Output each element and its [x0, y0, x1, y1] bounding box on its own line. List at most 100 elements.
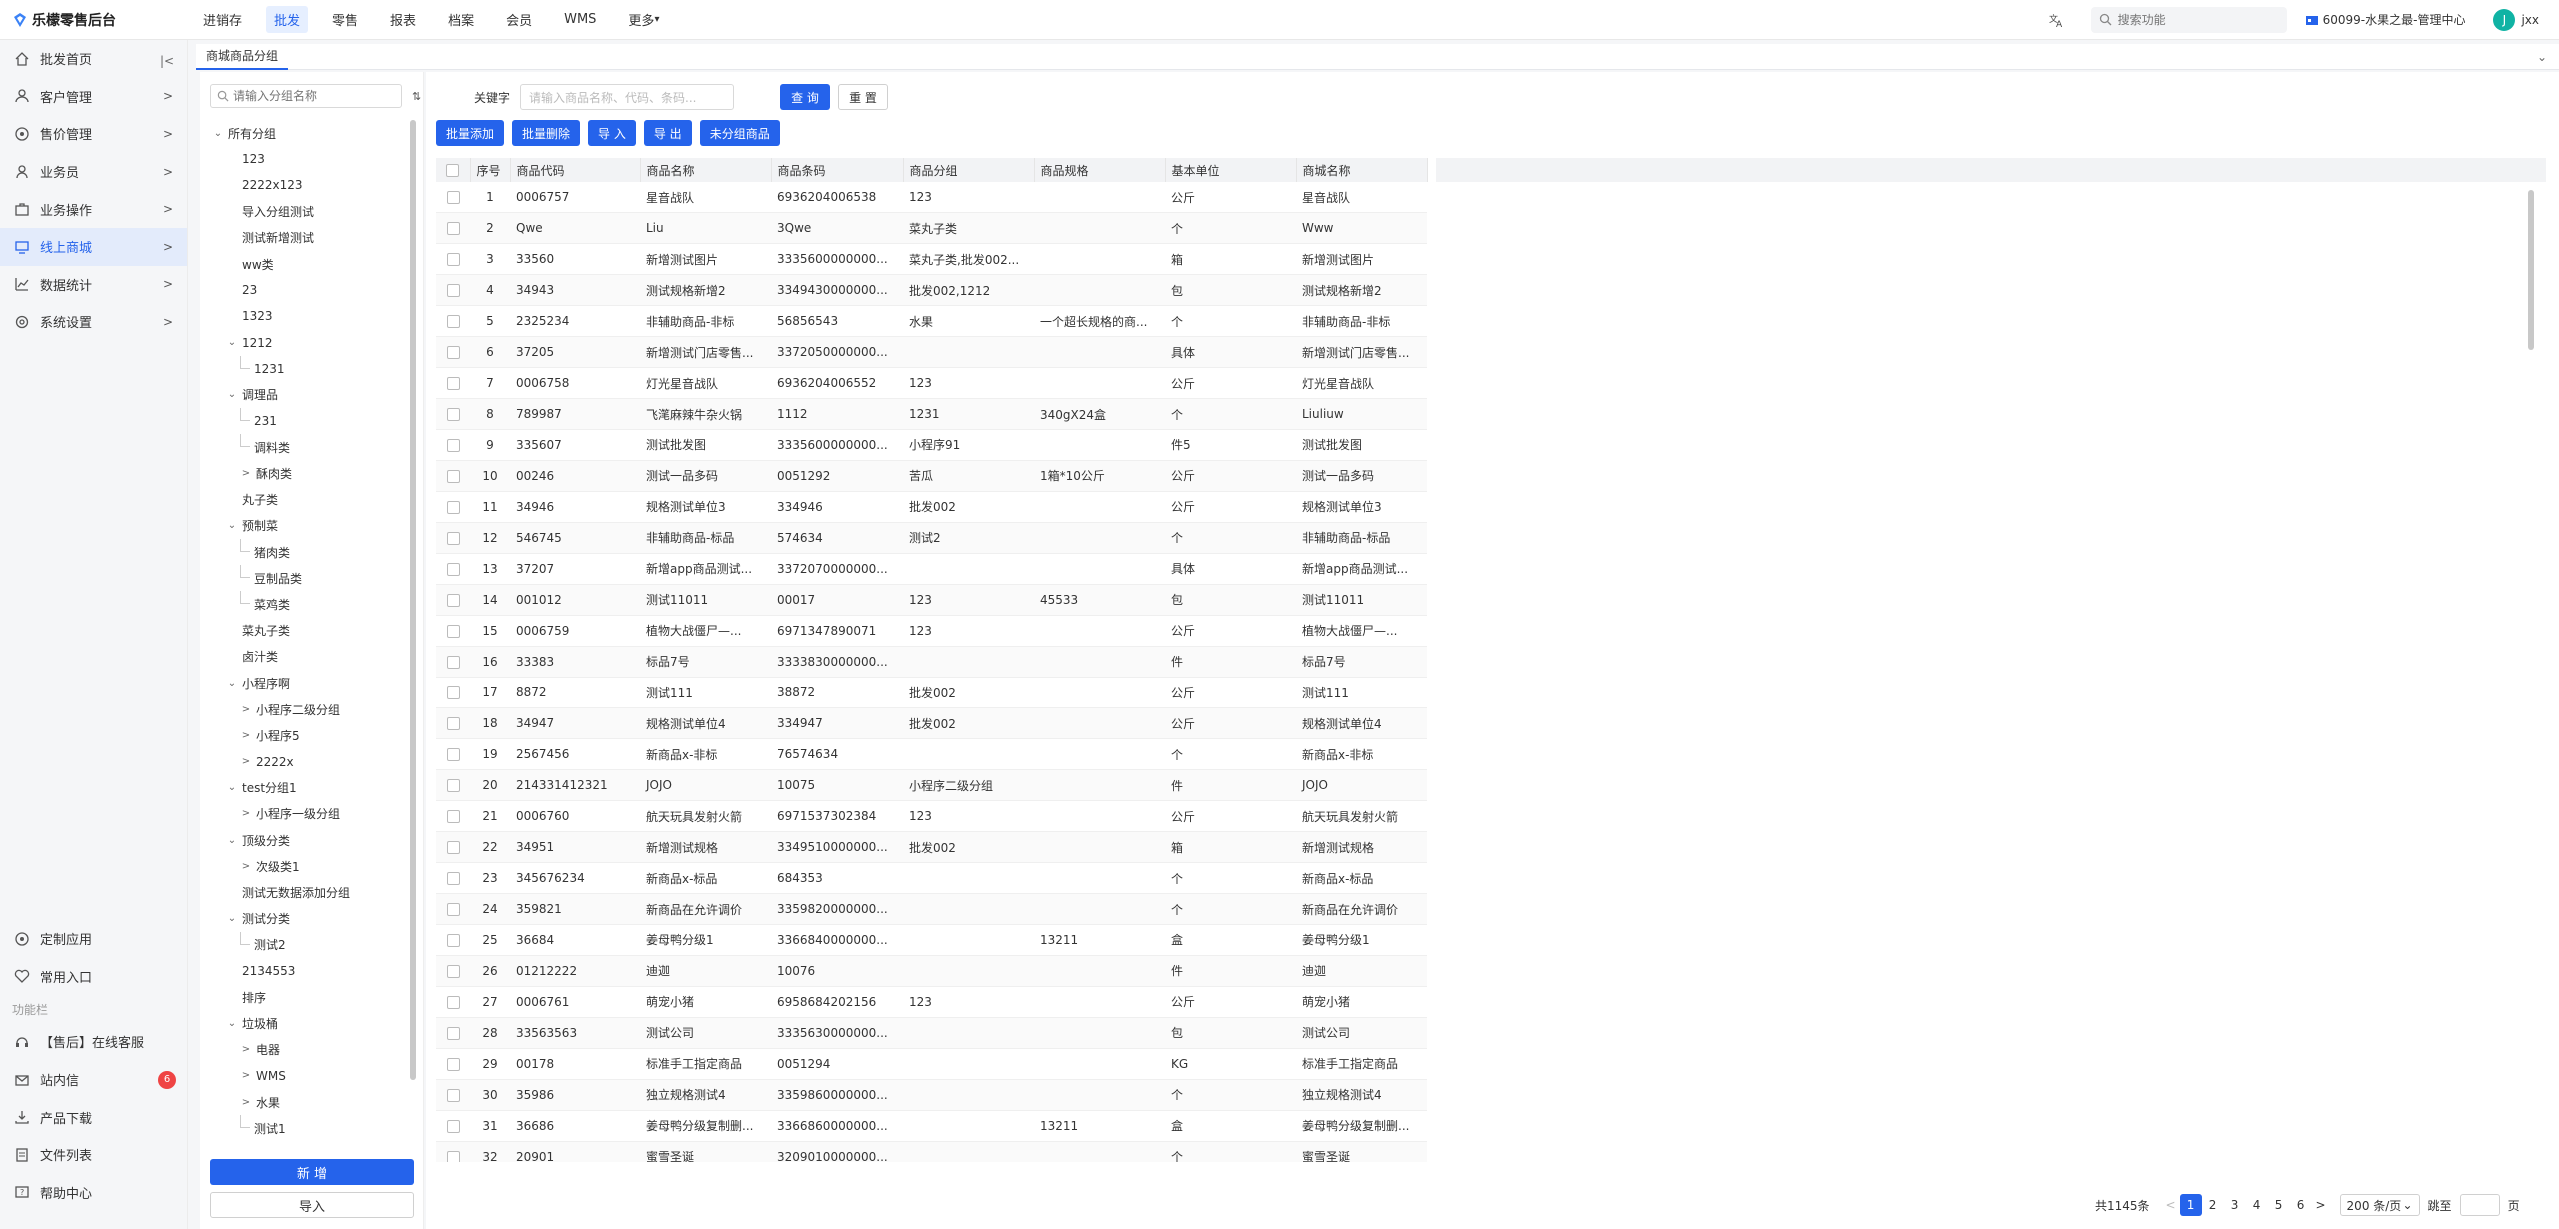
help-item[interactable]: ? 帮助中心 [0, 1174, 188, 1212]
reset-button[interactable]: 重 置 [838, 84, 889, 110]
user-menu[interactable]: J jxx [2493, 8, 2539, 31]
chevron-right-icon[interactable]: > [240, 808, 252, 819]
topnav-item-0[interactable]: 进销存 [195, 6, 250, 33]
tree-node[interactable]: 2134553 [200, 958, 410, 984]
topnav-item-2[interactable]: 零售 [324, 6, 366, 33]
chevron-right-icon[interactable]: > [240, 730, 252, 741]
tree-node[interactable]: ⌄ 预制菜 [200, 513, 410, 539]
tree-node[interactable]: 23 [200, 277, 410, 303]
table-row[interactable]: 23 345676234 新商品x-标品 684353 个新商品x-标品 [436, 862, 1427, 895]
tree-node[interactable]: ww类 [200, 251, 410, 277]
tree-node[interactable]: 测试2 [200, 931, 410, 958]
table-row[interactable]: 31 36686 姜母鸭分级复制删... 3366860000000... 13211 盒… [436, 1110, 1427, 1142]
table-row[interactable]: 29 00178 标准手工指定商品 0051294 KG 标准手工指定商品 [436, 1048, 1427, 1080]
chevron-right-icon[interactable]: > [240, 1070, 252, 1081]
translate-icon[interactable]: 文A [2049, 12, 2065, 28]
row-checkbox[interactable] [446, 1026, 460, 1040]
topnav-item-1[interactable]: 批发 [266, 6, 309, 33]
tree-node[interactable]: 测试新增测试 [200, 225, 410, 251]
chevron-down-icon[interactable]: ⌄ [226, 913, 238, 924]
row-checkbox[interactable] [446, 500, 460, 514]
row-checkbox[interactable] [446, 655, 460, 669]
table-row[interactable]: 3 33560 新增测试图片 3335600000000... 菜丸子类,批发002..… [436, 243, 1427, 276]
tree-node[interactable]: > 酥肉类 [200, 460, 410, 486]
row-checkbox[interactable] [446, 1057, 460, 1071]
chevron-down-icon[interactable]: ⌄ [226, 337, 238, 348]
row-checkbox[interactable] [446, 284, 460, 298]
tree-node[interactable]: 231 [200, 408, 410, 434]
page-button[interactable]: 2 [2202, 1194, 2224, 1216]
column-header[interactable]: 商品分组 [903, 158, 1035, 182]
tree-node[interactable]: 测试1 [200, 1115, 410, 1141]
collapse-sidebar-icon[interactable]: |< [160, 54, 174, 68]
row-checkbox[interactable] [446, 1088, 460, 1102]
chevron-down-icon[interactable]: ⌄ [212, 128, 224, 139]
row-checkbox[interactable] [446, 593, 460, 607]
row-checkbox[interactable] [446, 408, 460, 422]
page-button[interactable]: 5 [2268, 1194, 2290, 1216]
tree-node[interactable]: 丸子类 [200, 487, 410, 513]
group-search[interactable] [210, 84, 402, 108]
column-header[interactable]: 商品规格 [1034, 158, 1166, 182]
next-page-icon[interactable]: > [2312, 1198, 2330, 1212]
chevron-down-icon[interactable]: ⌄ [226, 389, 238, 400]
table-row[interactable]: 22 34951 新增测试规格 3349510000000... 批发002 箱新增测试规… [436, 831, 1427, 864]
action-button-0[interactable]: 批量添加 [436, 120, 505, 146]
messages-item[interactable]: 站内信 6 [0, 1061, 188, 1099]
chevron-right-icon[interactable]: > [240, 756, 252, 767]
download-item[interactable]: 产品下载 [0, 1098, 188, 1136]
chevron-right-icon[interactable]: > [240, 468, 252, 479]
chevron-down-icon[interactable]: ⌄ [226, 1018, 238, 1029]
row-checkbox[interactable] [446, 1150, 460, 1162]
column-header[interactable]: 商品条码 [771, 158, 904, 182]
tree-node[interactable]: > 次级类1 [200, 853, 410, 879]
tree-node[interactable]: ⌄ test分组1 [200, 775, 410, 801]
sidebar-item-3[interactable]: 业务员 > [0, 153, 187, 191]
group-search-input[interactable] [233, 89, 393, 103]
tree-node[interactable]: >2222x [200, 749, 410, 775]
tree-node[interactable]: 1323 [200, 303, 410, 329]
tree-node[interactable]: ⌄ 测试分类 [200, 906, 410, 932]
tree-node[interactable]: 卤汁类 [200, 644, 410, 670]
row-checkbox[interactable] [446, 933, 460, 947]
topnav-item-5[interactable]: 会员 [498, 6, 540, 33]
row-checkbox[interactable] [446, 469, 460, 483]
table-row[interactable]: 9 335607 测试批发图 3335600000000... 小程序91 件5 测试批发图 [436, 429, 1427, 461]
tree-node[interactable]: ⌄ 1212 [200, 330, 410, 356]
row-checkbox[interactable] [446, 346, 460, 360]
table-row[interactable]: 1 0006757 星音战队 6936204006538 123 公斤 星音战队 [436, 182, 1427, 214]
chevron-down-icon[interactable]: ⌄ [226, 835, 238, 846]
action-button-3[interactable]: 导 出 [643, 120, 692, 146]
action-button-4[interactable]: 未分组商品 [699, 120, 780, 146]
table-row[interactable]: 30 35986 独立规格测试4 3359860000000... 个独立规格测试4 [436, 1079, 1427, 1111]
tree-node[interactable]: 猪肉类 [200, 539, 410, 565]
table-row[interactable]: 24 359821 新商品在允许调价 3359820000000... 个新商品在允许调… [436, 893, 1427, 925]
table-row[interactable]: 14 001012 测试11011 00017 123 45533 包测试11011 [436, 584, 1427, 616]
custom-app-item[interactable]: 定制应用 [0, 920, 188, 958]
table-row[interactable]: 13 37207 新增app商品测试... 3372070000000... 具体 新增a… [436, 553, 1427, 585]
query-button[interactable]: 查 询 [780, 84, 831, 110]
table-row[interactable]: 16 33383 标品7号 3333830000000... 件标品7号 [436, 646, 1427, 678]
tree-node[interactable]: 豆制品类 [200, 565, 410, 591]
tree-node[interactable]: ⌄ 调理品 [200, 382, 410, 408]
table-row[interactable]: 19 2567456 新商品x-非标 76574634 个新商品x-非标 [436, 738, 1427, 771]
tree-node[interactable]: 调料类 [200, 434, 410, 460]
row-checkbox[interactable] [446, 779, 460, 793]
topnav-item-3[interactable]: 报表 [382, 6, 424, 33]
tree-node[interactable]: 导入分组测试 [200, 199, 410, 225]
docs-item[interactable]: 文件列表 [0, 1136, 188, 1174]
tree-node[interactable]: 123 [200, 146, 410, 172]
tree-node[interactable]: > 电器 [200, 1037, 410, 1063]
tree-node[interactable]: > WMS [200, 1063, 410, 1089]
chevron-right-icon[interactable]: > [240, 861, 252, 872]
table-row[interactable]: 15 0006759 植物大战僵尸—... 6971347890071 123 公斤 植物大… [436, 615, 1427, 647]
sidebar-item-7[interactable]: 系统设置 > [0, 303, 187, 341]
sidebar-item-6[interactable]: 数据统计 > [0, 266, 187, 304]
row-checkbox[interactable] [446, 717, 460, 731]
table-row[interactable]: 10 00246 测试一品多码 0051292 苦瓜 1箱*10公斤 公斤 测试一品多码 [436, 460, 1427, 492]
chevron-down-icon[interactable]: ⌄ [226, 520, 238, 531]
row-checkbox[interactable] [446, 964, 460, 978]
column-header[interactable]: 序号 [470, 158, 511, 182]
topnav-item-4[interactable]: 档案 [440, 6, 482, 33]
topnav-item-7[interactable]: 更多 ▾ [620, 6, 667, 33]
